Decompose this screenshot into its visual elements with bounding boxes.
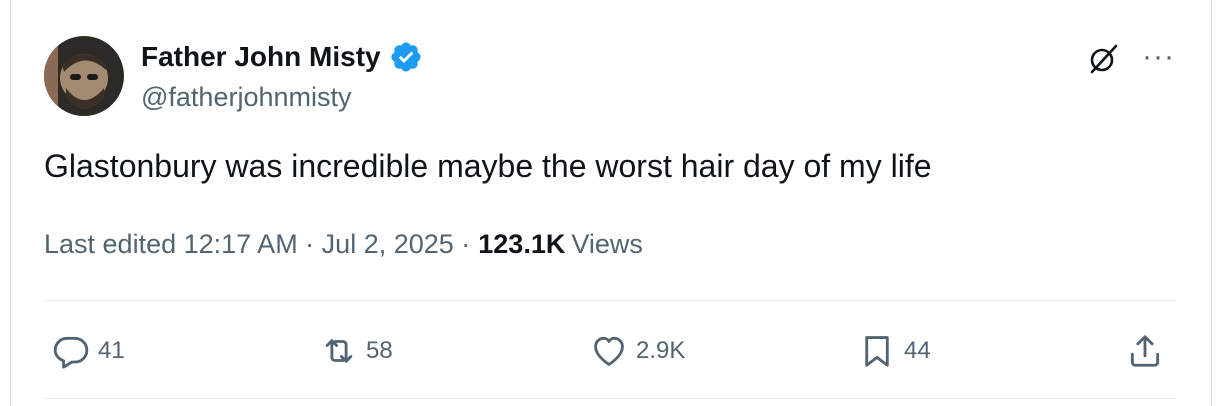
- like-count: 2.9K: [636, 337, 686, 364]
- edited-timestamp[interactable]: Last edited 12:17 AM · Jul 2, 2025 ·: [44, 229, 470, 260]
- views-label: Views: [571, 229, 643, 259]
- views-count: 123.1K: [478, 229, 566, 259]
- more-icon[interactable]: ···: [1142, 40, 1175, 74]
- reply-button[interactable]: 41: [52, 332, 125, 370]
- share-button[interactable]: [1126, 332, 1172, 370]
- reply-count: 41: [98, 337, 125, 364]
- author-handle[interactable]: @fatherjohnmisty: [141, 82, 352, 113]
- repost-count: 58: [366, 337, 393, 364]
- reply-icon: [53, 336, 89, 369]
- divider-bottom: [44, 398, 1176, 399]
- verified-badge-icon: [389, 40, 423, 74]
- like-button[interactable]: 2.9K: [590, 332, 685, 370]
- tweet-text: Glastonbury was incredible maybe the wor…: [44, 148, 932, 184]
- grok-icon[interactable]: [1086, 42, 1120, 76]
- divider: [44, 300, 1176, 301]
- author-name[interactable]: Father John Misty: [141, 41, 381, 73]
- bookmark-button[interactable]: 44: [858, 332, 931, 370]
- tweet-meta: Last edited 12:17 AM · Jul 2, 2025 · 123…: [44, 229, 643, 260]
- share-icon: [1130, 335, 1160, 367]
- bookmark-icon: [865, 336, 889, 367]
- repost-button[interactable]: 58: [320, 332, 393, 370]
- bookmark-count: 44: [904, 337, 931, 364]
- avatar[interactable]: [44, 36, 124, 116]
- repost-icon: [325, 339, 353, 363]
- heart-icon: [594, 336, 624, 366]
